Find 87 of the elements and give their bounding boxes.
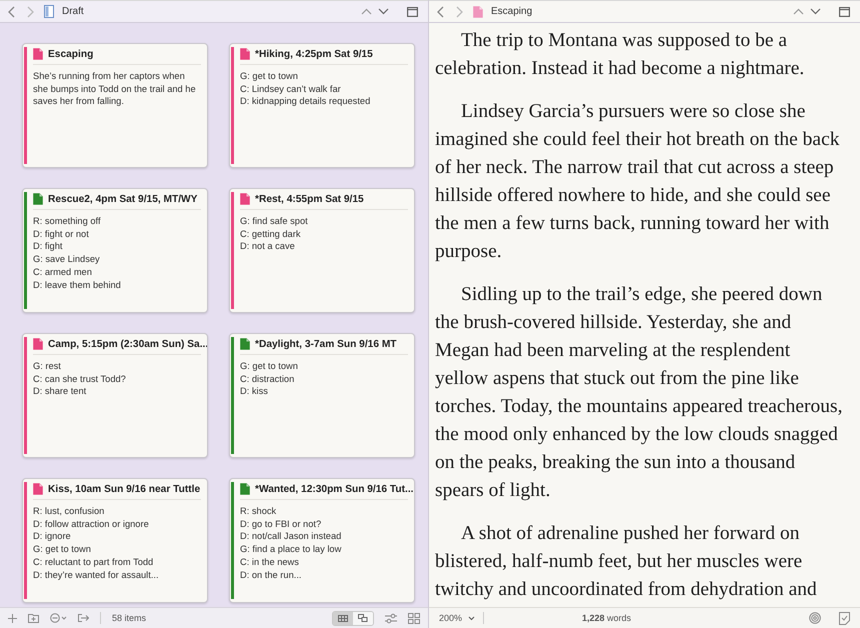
- index-card[interactable]: *Hiking, 4:25pm Sat 9/15 G: get to town C: Lindsey can’t walk far D: kidnapping details requested: [229, 43, 415, 168]
- grid-table-icon: [338, 614, 348, 622]
- zoom-dropdown[interactable]: 200%: [439, 613, 476, 623]
- index-card[interactable]: *Daylight, 3-7am Sun 9/16 MT G: get to town C: distraction D: kiss: [229, 333, 415, 458]
- card-text: D: they’re wanted for assault...: [33, 568, 160, 582]
- card-text: C: Lindsey can’t walk far: [240, 82, 342, 96]
- target-icon[interactable]: [809, 612, 821, 624]
- forward-icon[interactable]: [455, 6, 463, 18]
- split-view-icon[interactable]: [839, 6, 850, 16]
- document-icon: [33, 48, 43, 60]
- card-title: Rescue2, 4pm Sat 9/15, MT/WY: [48, 194, 198, 204]
- card-text: D: share tent: [33, 385, 88, 398]
- chevron-up-icon[interactable]: [793, 8, 804, 15]
- document-title: Escaping: [491, 6, 532, 17]
- card-title: *Daylight, 3-7am Sun 9/16 MT: [255, 338, 397, 350]
- minus-circle-dropdown-icon[interactable]: [50, 613, 67, 623]
- document-check-icon[interactable]: [839, 612, 850, 624]
- card-text: C: can she trust Todd?: [33, 372, 127, 386]
- index-cards-view-button[interactable]: [333, 612, 353, 624]
- overlapping-squares-icon: [358, 614, 368, 622]
- index-card[interactable]: Rescue2, 4pm Sat 9/15, MT/WY R: something off D: fight or not D: fight G: save Lindsey C: armed men D: leave them behind: [22, 188, 208, 313]
- document-icon: [33, 338, 43, 350]
- card-title: *Rest, 4:55pm Sat 9/15: [255, 194, 364, 204]
- manuscript-paragraph: A shot of adrenaline pushed her forward on blistered, half-numb feet, but her muscles were twitchy and uncoordinated from dehydration and: [435, 522, 818, 602]
- card-text: G: find safe spot: [240, 215, 309, 228]
- caret-icon: [468, 616, 476, 620]
- card-text: R: shock: [240, 505, 278, 518]
- card-text: C: armed men: [33, 266, 93, 279]
- document-icon: [240, 483, 250, 495]
- chevron-up-icon[interactable]: [361, 8, 372, 15]
- add-folder-icon[interactable]: [28, 613, 39, 623]
- chevron-down-icon[interactable]: [810, 8, 821, 15]
- card-text: D: fight or not: [33, 228, 90, 240]
- back-icon[interactable]: [437, 6, 445, 18]
- card-title: *Wanted, 12:30pm Sun 9/16 Tut...: [255, 484, 414, 494]
- document-icon: [473, 6, 483, 18]
- back-icon[interactable]: [8, 6, 16, 18]
- card-text: G: save Lindsey: [33, 253, 101, 266]
- document-icon: [33, 193, 43, 205]
- card-text: G: rest: [33, 360, 62, 373]
- card-text: D: go to FBI or not?: [240, 518, 322, 530]
- word-count: 1,228 words: [580, 613, 632, 623]
- card-text: D: kiss: [240, 385, 269, 398]
- card-text: She’s running from her captors when she bumps into Todd on the trail and he saves her from falling.: [33, 70, 197, 108]
- card-text: D: not a cave: [240, 240, 296, 254]
- card-text: C: getting dark: [240, 228, 302, 240]
- card-text: D: ignore: [33, 530, 72, 544]
- document-title: Draft: [62, 6, 84, 17]
- split-view-icon[interactable]: [407, 6, 418, 16]
- card-text: C: distraction: [240, 372, 296, 386]
- document-icon: [44, 5, 54, 18]
- add-icon[interactable]: [8, 614, 17, 622]
- card-text: R: lust, confusion: [33, 505, 106, 518]
- card-text: D: not/call Jason instead: [240, 530, 342, 544]
- grid-icon[interactable]: [408, 612, 420, 624]
- card-title: *Hiking, 4:25pm Sat 9/15: [255, 48, 373, 60]
- card-text: D: leave them behind: [33, 278, 122, 292]
- index-card[interactable]: *Rest, 4:55pm Sat 9/15 G: find safe spot C: getting dark D: not a cave: [229, 188, 415, 313]
- freeform-view-button[interactable]: [353, 612, 373, 624]
- document-icon: [240, 338, 250, 350]
- export-icon[interactable]: [78, 613, 89, 623]
- manuscript-paragraph: The trip to Montana was supposed to be a celebration. Instead it had become a nightmare.: [435, 29, 806, 81]
- document-icon: [240, 48, 250, 60]
- manuscript-paragraph: Lindsey Garcia’s pursuers were so close she imagined she could feel their hot breath on the back of her neck. The narrow trail that cut across a steep hillside offered nowhere to hide, and she could see the men a few turns back, running toward her with purpose.: [435, 100, 840, 264]
- card-text: C: in the news: [240, 556, 300, 569]
- card-text: D: fight: [33, 240, 64, 254]
- card-title: Kiss, 10am Sun 9/16 near Tuttle: [48, 484, 200, 494]
- item-count: 58 items: [112, 613, 146, 623]
- index-card[interactable]: Kiss, 10am Sun 9/16 near Tuttle R: lust, confusion D: follow attraction or ignore D: ignore G: get to town C: reluctant to part from Todd D: they’re wanted for assault...: [22, 478, 208, 603]
- manuscript-paragraph: Sidling up to the trail’s edge, she peered down the brush-covered hillside. Yesterday, she and Megan had been marveling at the resplendent yellow aspens that stuck out from the pine like torches. Today, the mountains appeared treacherous, the mood only enhanced by the low clouds snagged on the peaks, breaking the sun into a thousand spears of light.: [435, 283, 844, 503]
- card-text: D: kidnapping details requested: [240, 95, 372, 108]
- index-card[interactable]: Escaping She’s running from her captors when she bumps into Todd on the trail and he saves her from falling.: [22, 43, 208, 168]
- card-title: Escaping: [48, 48, 94, 60]
- sliders-icon[interactable]: [385, 612, 397, 624]
- forward-icon[interactable]: [26, 6, 34, 18]
- card-text: D: on the run...: [240, 568, 302, 582]
- document-icon: [240, 193, 250, 205]
- index-card[interactable]: *Wanted, 12:30pm Sun 9/16 Tut... R: shock D: go to FBI or not? D: not/call Jason instead G: find a place to lay low C: in the news D: on the run...: [229, 478, 415, 603]
- chevron-down-icon[interactable]: [378, 8, 389, 15]
- card-text: D: follow attraction or ignore: [33, 518, 150, 530]
- card-text: G: find a place to lay low: [240, 543, 342, 556]
- card-text: G: get to town: [240, 70, 299, 83]
- card-text: G: get to town: [33, 543, 92, 556]
- card-text: G: get to town: [240, 360, 299, 373]
- card-text: R: something off: [33, 215, 102, 228]
- document-icon: [33, 483, 43, 495]
- card-text: C: reluctant to part from Todd: [33, 556, 154, 569]
